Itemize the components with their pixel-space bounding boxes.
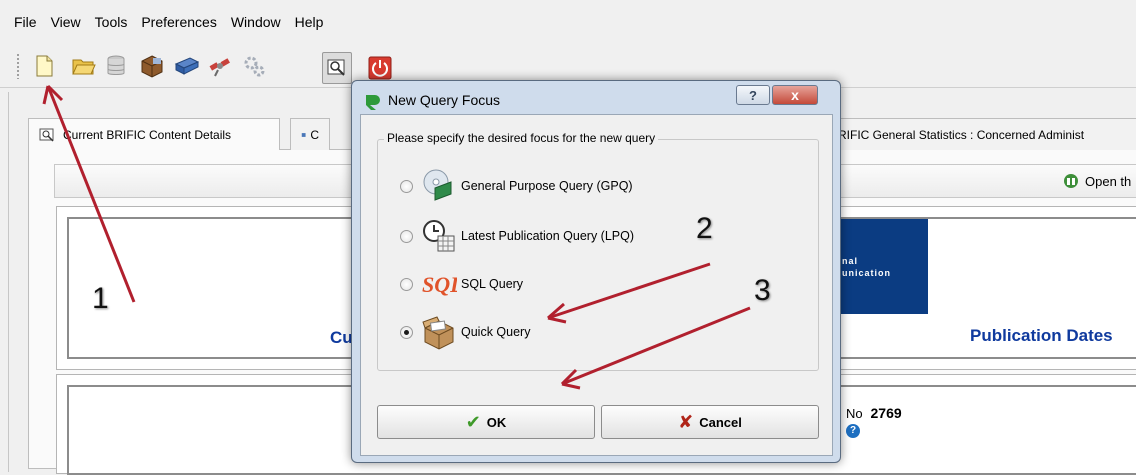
logo-text-line: unication: [842, 268, 891, 278]
open-button-label: Open th: [1085, 173, 1132, 189]
book-icon: [1064, 174, 1078, 188]
focus-group-box: Please specify the desired focus for the…: [377, 131, 819, 371]
annotation-number-1: 1: [92, 282, 109, 315]
tab-label: Current BRIFIC Content Details: [63, 127, 232, 142]
cancel-button[interactable]: ✘ Cancel: [601, 405, 819, 439]
menu-tools[interactable]: Tools: [95, 14, 128, 30]
no-value: 2769: [870, 405, 902, 421]
menu-help[interactable]: Help: [295, 14, 324, 30]
publication-dates-heading: Publication Dates: [970, 326, 1113, 345]
tab-second[interactable]: C: [290, 118, 330, 150]
open-folder-icon[interactable]: [68, 50, 100, 82]
group-title: Please specify the desired focus for the…: [384, 131, 659, 145]
dialog-close-button[interactable]: x: [772, 85, 818, 105]
sql-icon: SQL: [421, 266, 457, 302]
radio-quick-query[interactable]: [400, 325, 413, 339]
radio-sql[interactable]: [400, 277, 413, 291]
itu-logo: nal unication: [836, 219, 928, 314]
logo-text-line: nal: [842, 256, 859, 266]
no-label: No: [846, 406, 863, 421]
option-sql-label: SQL Query: [461, 277, 524, 291]
annotation-number-3: 3: [754, 274, 771, 307]
option-lpq-label: Latest Publication Query (LPQ): [461, 229, 634, 243]
help-icon[interactable]: ?: [846, 424, 860, 438]
ok-button[interactable]: ✔ OK: [377, 405, 595, 439]
option-gpq[interactable]: General Purpose Query (GPQ): [400, 168, 633, 204]
ok-button-label: OK: [486, 414, 507, 430]
database-icon[interactable]: [100, 50, 132, 82]
dialog-title: New Query Focus: [388, 92, 501, 108]
option-sql[interactable]: SQL SQL Query: [400, 266, 523, 302]
gears-icon[interactable]: [238, 50, 270, 82]
toolbar-grip[interactable]: [16, 53, 20, 79]
tab-label: RIFIC General Statistics : Concerned Adm…: [838, 127, 1085, 142]
app-logo-icon: [366, 95, 380, 110]
dialog-help-button[interactable]: ?: [736, 85, 770, 105]
open-box-icon: [421, 314, 457, 350]
new-document-icon[interactable]: [28, 50, 60, 82]
annotation-number-2: 2: [696, 212, 713, 245]
tab-icon: [301, 132, 306, 137]
option-gpq-label: General Purpose Query (GPQ): [461, 179, 633, 193]
menu-window[interactable]: Window: [231, 14, 281, 30]
cross-icon: ✘: [678, 411, 694, 432]
clock-calendar-icon: [421, 218, 457, 254]
new-query-focus-dialog: New Query Focus ? x Please specify the d…: [351, 80, 841, 463]
menu-preferences[interactable]: Preferences: [141, 14, 216, 30]
cancel-button-label: Cancel: [699, 414, 742, 430]
checkmark-icon: ✔: [465, 411, 481, 432]
radio-lpq[interactable]: [400, 229, 413, 243]
cd-book-icon: [421, 168, 457, 204]
option-quick-query[interactable]: Quick Query: [400, 314, 530, 350]
query-tab-icon: [39, 128, 54, 142]
menu-view[interactable]: View: [51, 14, 81, 30]
package-icon[interactable]: [136, 50, 168, 82]
brific-number: No 2769: [846, 405, 902, 421]
satellite-icon[interactable]: [204, 50, 236, 82]
svg-text:SQL: SQL: [422, 272, 457, 297]
radio-gpq[interactable]: [400, 179, 413, 193]
tab-label: C: [310, 127, 319, 142]
menu-file[interactable]: File: [14, 14, 37, 30]
option-lpq[interactable]: Latest Publication Query (LPQ): [400, 218, 634, 254]
tab-brific-general-statistics[interactable]: RIFIC General Statistics : Concerned Adm…: [838, 118, 1136, 150]
query-monitor-icon[interactable]: [322, 52, 352, 84]
open-button[interactable]: Open th: [1063, 173, 1131, 189]
menu-bar: File View Tools Preferences Window Help: [0, 0, 1136, 44]
tab-current-brific-content[interactable]: Current BRIFIC Content Details: [28, 118, 280, 150]
content-heading-partial: Cu: [330, 328, 353, 347]
printer-icon[interactable]: [170, 50, 202, 82]
option-quick-query-label: Quick Query: [461, 325, 531, 339]
